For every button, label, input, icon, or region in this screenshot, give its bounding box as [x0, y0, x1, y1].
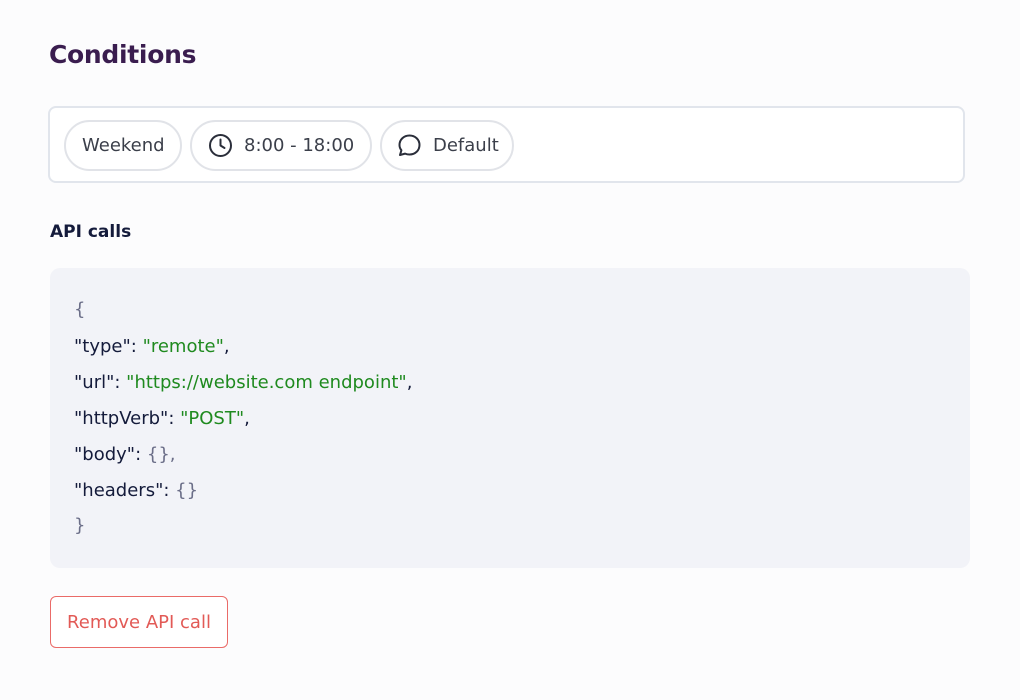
clock-icon — [208, 133, 233, 158]
condition-chip-time[interactable]: 8:00 - 18:00 — [190, 120, 372, 171]
condition-chip-label: 8:00 - 18:00 — [244, 135, 355, 156]
condition-chip-label: Weekend — [82, 135, 165, 156]
remove-api-call-button[interactable]: Remove API call — [50, 596, 228, 648]
code-line-body: "body": {}, — [74, 444, 176, 465]
code-key: "type" — [74, 336, 131, 357]
code-line-type: "type": "remote", — [74, 336, 230, 357]
code-value: {} — [146, 444, 170, 465]
code-line-headers: "headers": {} — [74, 480, 199, 501]
code-value: {} — [175, 480, 199, 501]
page-title: Conditions — [49, 40, 197, 69]
code-key: "url" — [74, 372, 115, 393]
condition-chip-weekend[interactable]: Weekend — [64, 120, 182, 171]
code-value: "https://website.com endpoint" — [126, 372, 407, 393]
condition-chip-label: Default — [433, 135, 499, 156]
code-line-url: "url": "https://website.com endpoint", — [74, 372, 413, 393]
code-close-brace: } — [74, 515, 86, 536]
code-line-httpverb: "httpVerb": "POST", — [74, 408, 250, 429]
code-value: "remote" — [142, 336, 224, 357]
chat-bubble-icon — [397, 133, 422, 158]
code-value: "POST" — [180, 408, 245, 429]
code-key: "body" — [74, 444, 136, 465]
condition-chip-default[interactable]: Default — [380, 120, 514, 171]
page: Conditions Weekend 8:00 - 18:00 Default … — [0, 0, 1020, 700]
code-open-brace: { — [74, 299, 86, 320]
code-key: "headers" — [74, 480, 164, 501]
api-calls-heading: API calls — [50, 222, 132, 242]
code-key: "httpVerb" — [74, 408, 169, 429]
